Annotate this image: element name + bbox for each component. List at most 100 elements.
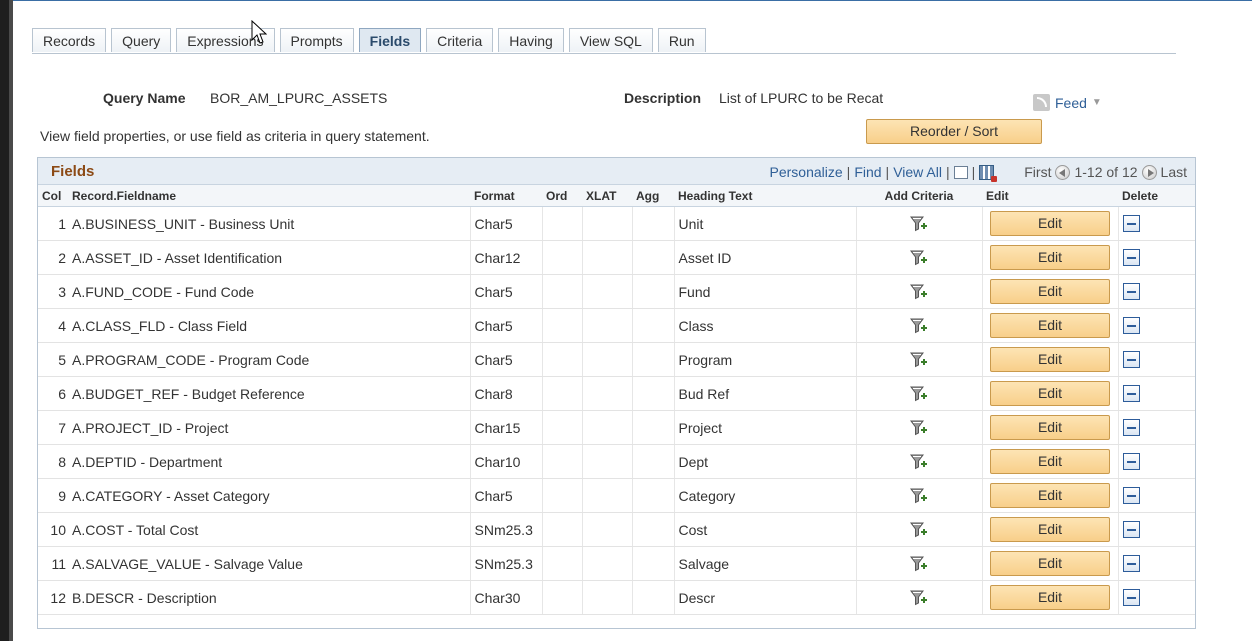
add-criteria-cell [856, 342, 983, 377]
column-header-record-fieldname: Record.Fieldname [68, 185, 470, 207]
add-criteria-filter-icon[interactable] [910, 555, 928, 573]
col-number: 2 [38, 240, 68, 275]
add-criteria-cell [856, 410, 983, 445]
edit-cell: Edit [982, 274, 1119, 309]
delete-row-icon[interactable] [1122, 385, 1140, 403]
xlat [582, 206, 633, 241]
next-icon[interactable] [1141, 164, 1157, 180]
edit-button[interactable]: Edit [990, 483, 1110, 508]
edit-cell: Edit [982, 410, 1119, 445]
reorder-sort-button[interactable]: Reorder / Sort [866, 119, 1042, 144]
find-link[interactable]: Find [854, 164, 881, 180]
grid-header: Fields Personalize | Find | View All | |… [38, 158, 1195, 185]
ord [542, 274, 583, 309]
edit-button[interactable]: Edit [990, 347, 1110, 372]
agg [632, 240, 675, 275]
xlat [582, 478, 633, 513]
download-spreadsheet-icon[interactable] [979, 164, 998, 182]
xlat [582, 274, 633, 309]
feed-menu[interactable]: Feed ▼ [1033, 94, 1102, 111]
edit-button[interactable]: Edit [990, 279, 1110, 304]
delete-row-icon[interactable] [1122, 419, 1140, 437]
new-window-icon[interactable] [953, 165, 968, 179]
ord [542, 444, 583, 479]
edit-button[interactable]: Edit [990, 551, 1110, 576]
view-all-link[interactable]: View All [893, 164, 942, 180]
table-row: 8 A.DEPTID - Department Char10 Dept Edit [38, 444, 1195, 479]
format: Char5 [470, 478, 543, 513]
add-criteria-filter-icon[interactable] [910, 453, 928, 471]
window-left-border-inner [9, 0, 13, 641]
delete-row-icon[interactable] [1122, 589, 1140, 607]
ord [542, 512, 583, 547]
delete-row-icon[interactable] [1122, 283, 1140, 301]
agg [632, 444, 675, 479]
add-criteria-cell [856, 240, 983, 275]
edit-cell: Edit [982, 342, 1119, 377]
add-criteria-filter-icon[interactable] [910, 351, 928, 369]
heading-text: Fund [674, 274, 857, 309]
tab-criteria[interactable]: Criteria [426, 28, 494, 52]
delete-row-icon[interactable] [1122, 317, 1140, 335]
add-criteria-filter-icon[interactable] [910, 521, 928, 539]
ord [542, 478, 583, 513]
edit-button[interactable]: Edit [990, 449, 1110, 474]
edit-button[interactable]: Edit [990, 211, 1110, 236]
delete-cell [1118, 580, 1195, 615]
add-criteria-filter-icon[interactable] [910, 419, 928, 437]
agg [632, 274, 675, 309]
record-fieldname: A.PROJECT_ID - Project [68, 410, 471, 445]
edit-button[interactable]: Edit [990, 585, 1110, 610]
add-criteria-filter-icon[interactable] [910, 283, 928, 301]
edit-button[interactable]: Edit [990, 517, 1110, 542]
heading-text: Program [674, 342, 857, 377]
delete-row-icon[interactable] [1122, 215, 1140, 233]
tab-prompts[interactable]: Prompts [279, 28, 354, 52]
heading-text: Category [674, 478, 857, 513]
edit-button[interactable]: Edit [990, 415, 1110, 440]
add-criteria-filter-icon[interactable] [910, 215, 928, 233]
format: Char5 [470, 308, 543, 343]
add-criteria-filter-icon[interactable] [910, 317, 928, 335]
ord [542, 546, 583, 581]
delete-row-icon[interactable] [1122, 453, 1140, 471]
tab-having[interactable]: Having [498, 28, 564, 52]
personalize-link[interactable]: Personalize [770, 164, 843, 180]
mouse-cursor-icon [251, 20, 267, 44]
record-fieldname: A.CATEGORY - Asset Category [68, 478, 471, 513]
tab-records[interactable]: Records [32, 28, 107, 52]
column-header-heading-text: Heading Text [674, 185, 856, 207]
delete-row-icon[interactable] [1122, 351, 1140, 369]
table-row: 6 A.BUDGET_REF - Budget Reference Char8 Bud… [38, 376, 1195, 411]
ord [542, 342, 583, 377]
previous-icon[interactable] [1055, 164, 1071, 180]
add-criteria-cell [856, 444, 983, 479]
heading-text: Salvage [674, 546, 857, 581]
delete-row-icon[interactable] [1122, 521, 1140, 539]
add-criteria-cell [856, 376, 983, 411]
delete-row-icon[interactable] [1122, 249, 1140, 267]
edit-button[interactable]: Edit [990, 381, 1110, 406]
record-fieldname: B.DESCR - Description [68, 580, 471, 615]
record-fieldname: A.BUDGET_REF - Budget Reference [68, 376, 471, 411]
tab-run[interactable]: Run [657, 28, 706, 52]
tab-view-sql[interactable]: View SQL [568, 28, 653, 52]
add-criteria-filter-icon[interactable] [910, 487, 928, 505]
add-criteria-cell [856, 308, 983, 343]
agg [632, 512, 675, 547]
edit-button[interactable]: Edit [990, 313, 1110, 338]
tab-query[interactable]: Query [111, 28, 172, 52]
delete-row-icon[interactable] [1122, 487, 1140, 505]
edit-cell: Edit [982, 206, 1119, 241]
format: Char12 [470, 240, 543, 275]
format: Char5 [470, 342, 543, 377]
col-number: 5 [38, 342, 68, 377]
edit-button[interactable]: Edit [990, 245, 1110, 270]
add-criteria-filter-icon[interactable] [910, 385, 928, 403]
col-number: 10 [38, 512, 68, 547]
add-criteria-filter-icon[interactable] [910, 589, 928, 607]
delete-row-icon[interactable] [1122, 555, 1140, 573]
tab-fields[interactable]: Fields [358, 28, 422, 52]
tab-bar: Records Query Expressions Prompts Fields… [32, 28, 706, 53]
add-criteria-filter-icon[interactable] [910, 249, 928, 267]
